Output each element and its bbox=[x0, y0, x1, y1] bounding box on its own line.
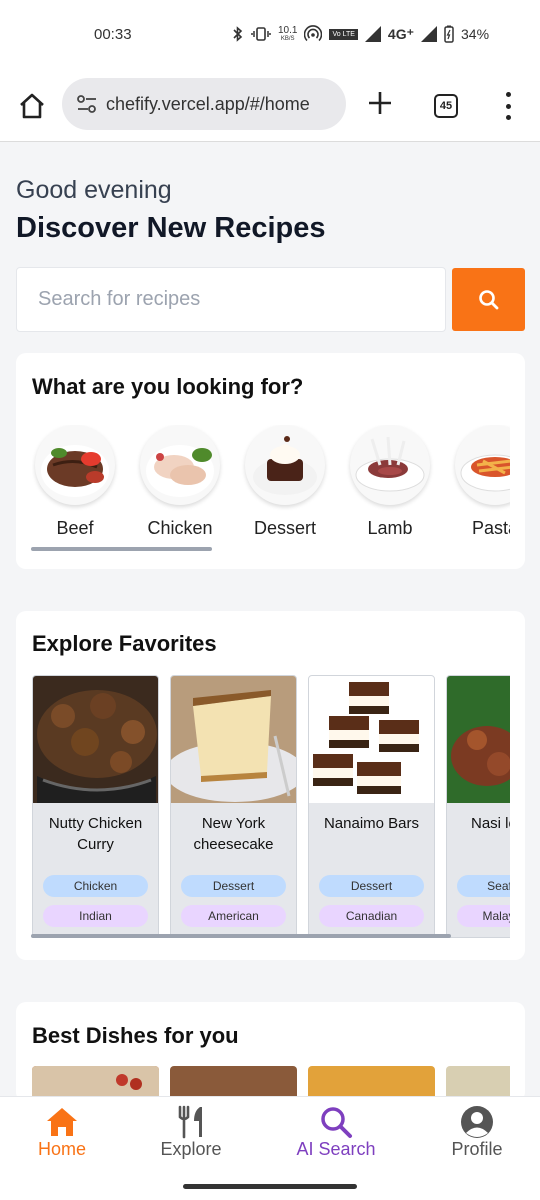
best-dishes-title: Best Dishes for you bbox=[32, 1023, 239, 1048]
area-tag: American bbox=[181, 905, 286, 927]
category-label: Lamb bbox=[367, 518, 413, 538]
status-icons: 10.1 KB/S Vo LTE 4G⁺ 34% bbox=[232, 22, 489, 46]
plus-icon bbox=[369, 92, 391, 114]
net-speed: 10.1 KB/S bbox=[278, 24, 298, 43]
recipe-name: Nutty Chicken Curry bbox=[48, 815, 143, 853]
battery-percent: 34% bbox=[461, 26, 490, 42]
category-chicken[interactable]: Chicken bbox=[137, 425, 223, 539]
recipe-name: Nanaimo Bars bbox=[323, 815, 420, 832]
recipe-name: New York cheesecake bbox=[193, 815, 274, 853]
url-text: chefify.vercel.app/#/home bbox=[106, 93, 310, 114]
page-title: Discover New Recipes bbox=[16, 212, 326, 244]
category-image bbox=[140, 425, 220, 505]
bluetooth-icon bbox=[232, 26, 244, 42]
tab-switcher-button[interactable]: 45 bbox=[434, 94, 458, 118]
user-circle-icon bbox=[461, 1106, 493, 1138]
bottom-navigation: Home Explore AI Search Profile bbox=[0, 1096, 540, 1170]
nav-label: Home bbox=[37, 1139, 86, 1159]
recipe-card[interactable]: Nasi lemak Seafood Malaysian bbox=[446, 675, 510, 938]
signal-icon bbox=[364, 26, 381, 42]
nav-explore[interactable]: Explore bbox=[151, 1097, 231, 1171]
category-image bbox=[35, 425, 115, 505]
category-tag: Dessert bbox=[181, 875, 286, 897]
search-icon bbox=[321, 1107, 352, 1138]
category-pasta[interactable]: Pasta bbox=[452, 425, 510, 539]
category-label: Beef bbox=[56, 518, 94, 538]
home-gesture-handle[interactable] bbox=[183, 1184, 357, 1189]
site-settings-icon[interactable] bbox=[76, 93, 98, 115]
category-label: Chicken bbox=[147, 518, 213, 538]
favorites-title: Explore Favorites bbox=[32, 631, 217, 656]
signal-2-icon bbox=[421, 26, 437, 42]
status-time: 00:33 bbox=[94, 26, 132, 43]
category-dessert[interactable]: Dessert bbox=[242, 425, 328, 539]
category-label: Dessert bbox=[253, 518, 316, 538]
favorites-card: Explore Favorites Nutty Chicken Curry Ch… bbox=[16, 611, 525, 960]
recipe-image bbox=[447, 676, 510, 803]
category-tag: Dessert bbox=[319, 875, 424, 897]
volte-badge: Vo LTE bbox=[329, 28, 358, 40]
category-tag: Seafood bbox=[457, 875, 510, 897]
recipe-image bbox=[33, 676, 158, 803]
more-menu-icon[interactable] bbox=[498, 92, 518, 120]
browser-toolbar: chefify.vercel.app/#/home 45 bbox=[0, 68, 540, 142]
recipe-name: Nasi lemak bbox=[471, 815, 510, 832]
category-label: Pasta bbox=[471, 518, 510, 538]
area-tag: Canadian bbox=[319, 905, 424, 927]
category-lamb[interactable]: Lamb bbox=[347, 425, 433, 539]
utensils-icon bbox=[178, 1105, 202, 1139]
address-bar[interactable]: chefify.vercel.app/#/home bbox=[62, 78, 346, 130]
categories-list: Beef Chicken Dessert Lamb Pasta bbox=[32, 425, 510, 555]
vibrate-icon bbox=[251, 26, 271, 42]
network-type: 4G⁺ bbox=[387, 25, 414, 42]
best-dishes-card: Best Dishes for you bbox=[16, 1002, 525, 1102]
nav-profile[interactable]: Profile bbox=[437, 1097, 517, 1171]
area-tag: Indian bbox=[43, 905, 148, 927]
recipe-image bbox=[171, 676, 296, 803]
nav-label: Profile bbox=[451, 1139, 503, 1159]
favorites-list: Nutty Chicken Curry Chicken Indian New Y… bbox=[32, 675, 510, 947]
search-icon bbox=[478, 289, 498, 309]
category-tag: Chicken bbox=[43, 875, 148, 897]
battery-icon bbox=[444, 25, 454, 43]
nav-ai-search[interactable]: AI Search bbox=[286, 1097, 386, 1171]
search-input[interactable] bbox=[16, 267, 446, 332]
nav-home[interactable]: Home bbox=[22, 1097, 102, 1171]
recipe-image bbox=[309, 676, 434, 803]
gesture-bar bbox=[0, 1170, 540, 1200]
favorites-scrollbar[interactable] bbox=[31, 934, 451, 938]
hotspot-icon bbox=[304, 25, 323, 43]
recipe-card[interactable]: Nanaimo Bars Dessert Canadian bbox=[308, 675, 435, 938]
recipe-card[interactable]: Nutty Chicken Curry Chicken Indian bbox=[32, 675, 159, 938]
home-icon bbox=[47, 1108, 77, 1136]
new-tab-button[interactable] bbox=[365, 88, 395, 122]
category-image bbox=[455, 425, 510, 505]
categories-title: What are you looking for? bbox=[32, 374, 304, 399]
category-image bbox=[350, 425, 430, 505]
status-bar: 00:33 10.1 KB/S Vo LTE 4G⁺ 34% bbox=[0, 0, 540, 68]
category-beef[interactable]: Beef bbox=[32, 425, 118, 539]
recipe-card[interactable]: New York cheesecake Dessert American bbox=[170, 675, 297, 938]
greeting: Good evening bbox=[16, 176, 172, 204]
nav-label: AI Search bbox=[296, 1139, 376, 1159]
nav-label: Explore bbox=[160, 1139, 222, 1159]
net-speed-unit: KB/S bbox=[280, 35, 295, 42]
categories-scrollbar[interactable] bbox=[31, 547, 212, 551]
category-image bbox=[245, 425, 325, 505]
area-tag: Malaysian bbox=[457, 905, 510, 927]
net-speed-value: 10.1 bbox=[278, 24, 298, 36]
categories-card: What are you looking for? Beef Chicken D… bbox=[16, 353, 525, 569]
home-icon[interactable] bbox=[16, 90, 48, 122]
search-button[interactable] bbox=[452, 268, 525, 331]
